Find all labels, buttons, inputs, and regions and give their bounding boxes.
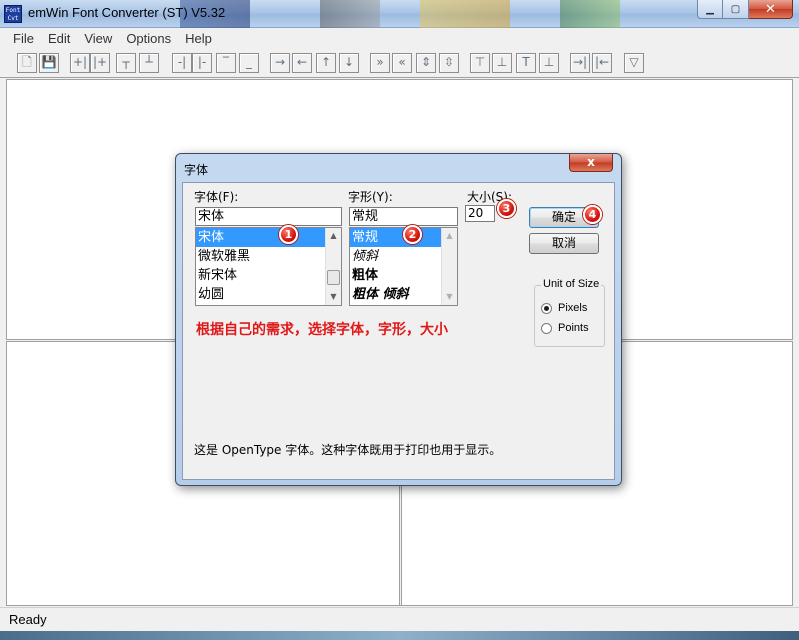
scroll-up-icon[interactable]: ▲ (326, 228, 341, 244)
title-bar[interactable]: Font Cvt emWin Font Converter (ST) V5.32… (0, 0, 799, 28)
unit-group-label: Unit of Size (541, 278, 602, 290)
radio-selected-icon[interactable] (541, 302, 552, 314)
menu-file[interactable]: File (6, 29, 41, 49)
title-bar-backdrop (320, 0, 380, 28)
delete-top-button[interactable]: ‾ (216, 53, 236, 73)
radio-unselected-icon[interactable] (541, 322, 552, 334)
align-top-button[interactable]: ⊤ (470, 53, 490, 73)
style-label: 字形(Y): (348, 190, 393, 204)
size-input[interactable]: 20 (465, 205, 495, 222)
points-label: Points (558, 322, 589, 334)
step-badge-3: 3 (497, 199, 516, 218)
goto-start-button[interactable]: |← (592, 53, 612, 73)
font-input[interactable]: 宋体 (195, 207, 342, 226)
insert-bottom-button[interactable]: ┴ (139, 53, 159, 73)
toolbar: 🗋 💾 +| |+ ┬ ┴ -| |- ‾ _ → ← ↑ ↓» «⇕ ⇳ ⊤ ⊥ T ⊥ →| |← ▽ (0, 50, 799, 78)
delete-bottom-button[interactable]: _ (239, 53, 259, 73)
pixels-radio[interactable]: Pixels (541, 302, 587, 314)
align-bottom-button[interactable]: ⊥ (492, 53, 512, 73)
align-mid-top-button[interactable]: T (516, 53, 536, 73)
dialog-title: 字体 (184, 163, 209, 177)
font-dialog: 字体 x 字体(F): 宋体 宋体 微软雅黑 新宋体 幼圆 ▲ ▼ 1 字形(Y… (175, 153, 622, 486)
font-list-scrollbar[interactable]: ▲ ▼ (325, 228, 341, 305)
save-button[interactable]: 💾 (39, 53, 59, 73)
desktop-strip (0, 631, 799, 640)
scroll-up-icon[interactable]: ▲ (442, 228, 457, 244)
style-list-scrollbar[interactable]: ▲ ▼ (441, 228, 457, 305)
font-list-item[interactable]: 宋体 (196, 228, 341, 247)
menu-bar: File Edit View Options Help (0, 29, 799, 49)
new-file-button[interactable]: 🗋 (17, 53, 37, 73)
pixels-label: Pixels (558, 302, 588, 314)
minimize-icon: ▁ (706, 3, 714, 15)
delete-right-button[interactable]: |- (192, 53, 212, 73)
filter-button[interactable]: ▽ (624, 53, 644, 73)
shift-right-button[interactable]: → (270, 53, 290, 73)
insert-top-button[interactable]: ┬ (116, 53, 136, 73)
font-list-item[interactable]: 新宋体 (196, 266, 341, 285)
close-icon: x (587, 155, 595, 169)
insert-left-button[interactable]: +| (70, 53, 90, 73)
menu-help[interactable]: Help (178, 29, 219, 49)
scroll-down-icon[interactable]: ▼ (442, 289, 457, 305)
app-logo-icon: Font Cvt (4, 5, 22, 23)
scroll-down-icon[interactable]: ▼ (326, 289, 341, 305)
scroll-thumb[interactable] (327, 270, 340, 285)
dialog-close-button[interactable]: x (569, 154, 613, 172)
window-title: emWin Font Converter (ST) V5.32 (28, 5, 226, 20)
step-badge-4: 4 (583, 205, 602, 224)
align-mid-bottom-button[interactable]: ⊥ (539, 53, 559, 73)
move-right-button[interactable]: » (370, 53, 390, 73)
status-text: Ready (9, 612, 47, 627)
font-description: 这是 OpenType 字体。这种字体既用于打印也用于显示。 (194, 443, 502, 457)
font-list-item[interactable]: 微软雅黑 (196, 247, 341, 266)
goto-end-button[interactable]: →| (570, 53, 590, 73)
style-input[interactable]: 常规 (349, 207, 458, 226)
menu-options[interactable]: Options (119, 29, 178, 49)
close-button[interactable]: ✕ (749, 0, 793, 19)
minimize-button[interactable]: ▁ (697, 0, 723, 19)
delete-left-button[interactable]: -| (172, 53, 192, 73)
title-bar-backdrop (420, 0, 510, 28)
shrink-vertical-button[interactable]: ⇳ (439, 53, 459, 73)
step-badge-2: 2 (403, 225, 422, 244)
points-radio[interactable]: Points (541, 322, 589, 334)
font-label: 字体(F): (194, 190, 239, 204)
move-left-button[interactable]: « (392, 53, 412, 73)
expand-vertical-button[interactable]: ⇕ (416, 53, 436, 73)
font-list[interactable]: 宋体 微软雅黑 新宋体 幼圆 ▲ ▼ (195, 227, 342, 306)
app-window: Font Cvt emWin Font Converter (ST) V5.32… (0, 0, 799, 640)
font-list-item[interactable]: 幼圆 (196, 285, 341, 304)
menu-edit[interactable]: Edit (41, 29, 77, 49)
shift-down-button[interactable]: ↓ (339, 53, 359, 73)
shift-left-button[interactable]: ← (292, 53, 312, 73)
status-bar: Ready (0, 607, 799, 631)
instruction-annotation: 根据自己的需求，选择字体，字形，大小 (196, 322, 448, 338)
maximize-button[interactable]: ▢ (723, 0, 749, 19)
shift-up-button[interactable]: ↑ (316, 53, 336, 73)
unit-of-size-group: Unit of Size Pixels Points (534, 278, 605, 347)
caption-buttons: ▁ ▢ ✕ (697, 0, 793, 20)
cancel-button[interactable]: 取消 (529, 233, 599, 254)
dialog-body: 字体(F): 宋体 宋体 微软雅黑 新宋体 幼圆 ▲ ▼ 1 字形(Y): 常规… (182, 182, 615, 480)
menu-view[interactable]: View (77, 29, 119, 49)
close-icon: ✕ (765, 1, 776, 17)
step-badge-1: 1 (279, 225, 298, 244)
insert-right-button[interactable]: |+ (90, 53, 110, 73)
title-bar-backdrop (560, 0, 620, 28)
maximize-icon: ▢ (730, 3, 741, 15)
